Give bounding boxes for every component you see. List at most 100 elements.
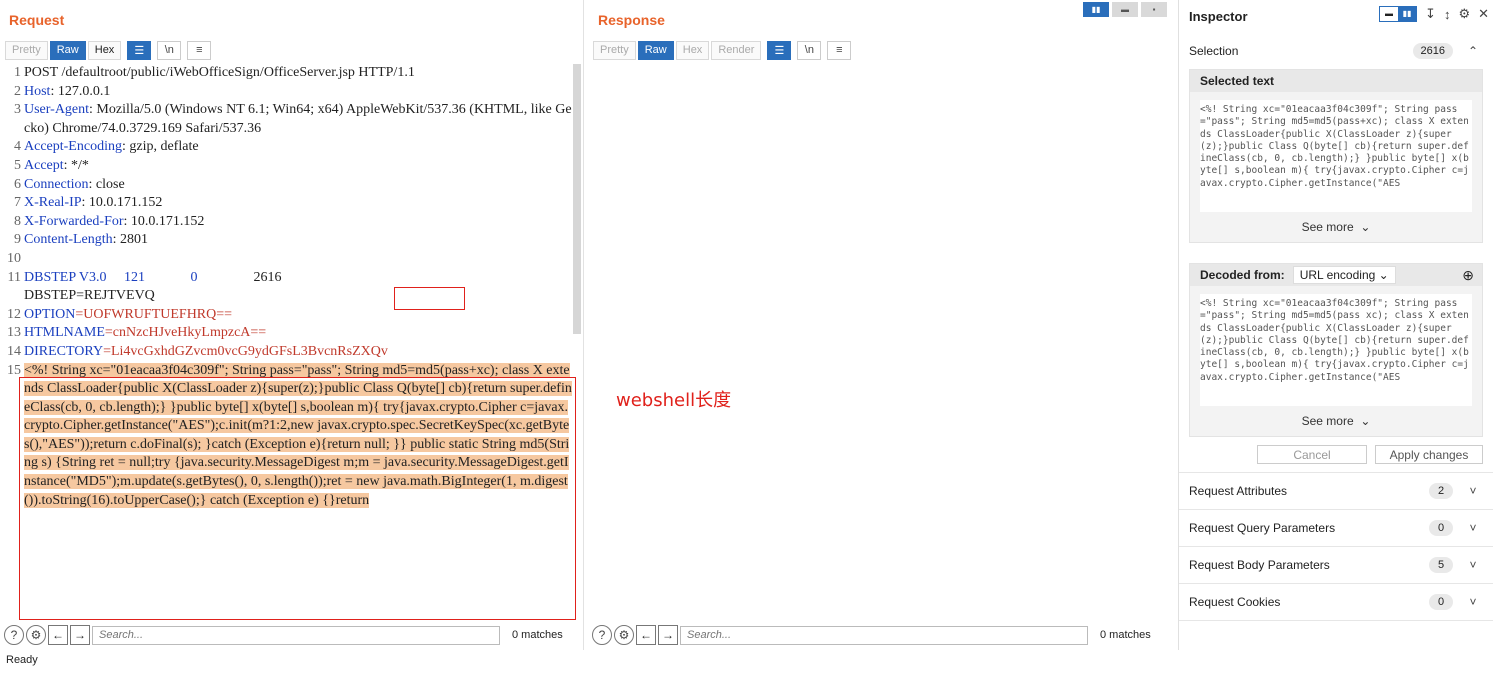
burp-repeater-window: Request Pretty Raw Hex ☰ \n ≡ 1 POST /def…	[0, 0, 1493, 673]
param-value: =cnNzcHJveHkyLmpzcA==	[104, 325, 267, 341]
request-param-line: 12 OPTION=UOFWRUFTUEFHRQ==	[7, 306, 233, 322]
request-header-line: 10	[7, 250, 21, 266]
prev-match-icon[interactable]: ←	[48, 625, 68, 645]
request-header-line: 1 POST /defaultroot/public/iWebOfficeSign…	[14, 65, 415, 80]
chevron-down-icon[interactable]: ˅	[1463, 558, 1483, 572]
header-value: : */*	[63, 157, 89, 173]
close-icon[interactable]: ✕	[1478, 6, 1489, 22]
response-tab-hex[interactable]: Hex	[675, 40, 710, 60]
selection-count: 2616	[1412, 42, 1453, 59]
chevron-down-icon[interactable]: ˅	[1463, 595, 1483, 609]
header-value: : close	[88, 176, 125, 192]
help-icon[interactable]: ?	[4, 625, 24, 645]
see-more-label: See more	[1301, 220, 1354, 234]
decode-actions: Cancel Apply changes	[1179, 437, 1493, 472]
dbstep-value: DBSTEP=REJTVEVQ	[24, 288, 155, 304]
request-searchbar: ? ⚙ ← → 0 matches	[4, 624, 563, 646]
inspector-section-count: 0	[1429, 520, 1453, 536]
inspector-section-count: 2	[1429, 483, 1453, 499]
wrap-icon[interactable]: ☰	[127, 40, 152, 60]
apply-changes-button[interactable]: Apply changes	[1375, 445, 1483, 464]
decoded-box: Decoded from: URL encoding ⌄ ⊕ <%! Strin…	[1189, 263, 1483, 437]
inspector-section-row[interactable]: Request Attributes 2 ˅	[1179, 473, 1493, 510]
selected-text-box: Selected text <%! String xc="01eacaa3f04…	[1189, 69, 1483, 243]
request-match-count: 0 matches	[512, 629, 563, 641]
header-value: : Mozilla/5.0 (Windows NT 6.1; Win64; x6…	[24, 102, 572, 136]
request-search-input[interactable]	[92, 625, 500, 645]
inspector-layout-toggle[interactable]: ▬ ▮▮	[1379, 6, 1418, 22]
layout-buttons: ▮▮ ▬ ▪	[1083, 2, 1167, 17]
inspector-settings-icon[interactable]: ⚙	[1458, 6, 1470, 22]
chevron-down-icon[interactable]: ˅	[1463, 521, 1483, 535]
see-more-button[interactable]: See more ⌄	[1190, 212, 1482, 242]
header-name: Accept	[24, 157, 64, 173]
newline-icon[interactable]: \n	[157, 40, 182, 60]
request-tab-hex[interactable]: Hex	[87, 40, 122, 60]
payload-highlight-box	[19, 377, 576, 620]
request-header-line: 5 Accept: */*	[14, 157, 89, 173]
response-prev-match-icon[interactable]: ←	[636, 625, 656, 645]
header-value: POST /defaultroot/public/iWebOfficeSign/…	[24, 65, 415, 80]
response-settings-icon[interactable]: ⚙	[614, 625, 634, 645]
layout-tabs-icon[interactable]: ▪	[1141, 2, 1167, 17]
decoded-header: Decoded from: URL encoding ⌄ ⊕	[1190, 264, 1482, 286]
layout-side-by-side-icon[interactable]: ▮▮	[1083, 2, 1109, 17]
response-match-count: 0 matches	[1100, 629, 1151, 641]
header-name: Connection	[24, 176, 89, 192]
inspector-section-label: Request Body Parameters	[1189, 558, 1330, 572]
next-match-icon[interactable]: →	[70, 625, 90, 645]
response-newline-icon[interactable]: \n	[797, 40, 822, 60]
inspector-panel: Inspector ▬ ▮▮ ↧ ↕ ⚙ ✕ Selection 2616 ⌃ S…	[1178, 0, 1493, 650]
header-name: Accept-Encoding	[24, 139, 122, 155]
inspector-section-label: Request Cookies	[1189, 595, 1281, 609]
decoding-select[interactable]: URL encoding ⌄	[1292, 266, 1396, 284]
inspector-section-count: 5	[1429, 557, 1453, 573]
expand-all-icon[interactable]: ↕	[1444, 7, 1451, 22]
header-value: : 2801	[112, 232, 149, 248]
response-wrap-icon[interactable]: ☰	[767, 40, 792, 60]
request-param-line: 13 HTMLNAME=cnNzcHJveHkyLmpzcA==	[7, 325, 267, 341]
length-highlight-box	[394, 287, 465, 310]
layout-stacked-icon[interactable]: ▬	[1112, 2, 1138, 17]
settings-icon[interactable]: ⚙	[26, 625, 46, 645]
response-tab-render[interactable]: Render	[711, 40, 762, 60]
request-header-line: 3 User-Agent: Mozilla/5.0 (Windows NT 6.1…	[14, 102, 572, 136]
dbstep-header: DBSTEP V3.0 121 0	[24, 269, 198, 285]
menu-icon[interactable]: ≡	[187, 40, 212, 60]
header-value: : 127.0.0.1	[50, 83, 111, 99]
header-value: : gzip, deflate	[121, 139, 199, 155]
response-tab-raw[interactable]: Raw	[637, 40, 674, 60]
response-help-icon[interactable]: ?	[592, 625, 612, 645]
request-tab-raw[interactable]: Raw	[49, 40, 86, 60]
chevron-down-icon[interactable]: ˅	[1463, 484, 1483, 498]
response-next-match-icon[interactable]: →	[658, 625, 678, 645]
collapse-all-icon[interactable]: ↧	[1425, 6, 1436, 22]
inspector-section-count: 0	[1429, 594, 1453, 610]
request-tab-pretty[interactable]: Pretty	[5, 40, 48, 60]
inspector-toolbar: ▬ ▮▮ ↧ ↕ ⚙ ✕	[1379, 6, 1489, 22]
decoding-select-value: URL encoding	[1299, 268, 1376, 282]
chevron-up-icon[interactable]: ⌃	[1463, 44, 1483, 58]
request-header-line: 7 X-Real-IP: 10.0.171.152	[14, 195, 163, 211]
param-value: =Li4vcGxhdGZvcm0vcG9ydGFsL3BvcnRsZXQv	[103, 343, 388, 359]
response-searchbar: ? ⚙ ← → 0 matches	[592, 624, 1151, 646]
response-tab-pretty[interactable]: Pretty	[593, 40, 636, 60]
request-scrollbar[interactable]	[573, 64, 581, 334]
dbstep-length-value: 2616	[253, 269, 282, 285]
pane-divider[interactable]	[583, 0, 584, 650]
inspector-section-row[interactable]: Request Query Parameters 0 ˅	[1179, 510, 1493, 547]
decoded-from-label: Decoded from:	[1200, 268, 1285, 282]
cancel-button[interactable]: Cancel	[1257, 445, 1367, 464]
param-name: DIRECTORY	[24, 343, 104, 359]
decoded-see-more-label: See more	[1301, 414, 1354, 428]
add-decoding-icon[interactable]: ⊕	[1462, 267, 1474, 284]
header-value: : 10.0.171.152	[123, 213, 205, 229]
decoded-text-content[interactable]: <%! String xc="01eacaa3f04c309f"; String…	[1200, 294, 1472, 406]
selection-label: Selection	[1189, 43, 1239, 58]
inspector-section-row[interactable]: Request Body Parameters 5 ˅	[1179, 547, 1493, 584]
response-search-input[interactable]	[680, 625, 1088, 645]
decoded-see-more-button[interactable]: See more ⌄	[1190, 406, 1482, 436]
selection-row[interactable]: Selection 2616 ⌃	[1179, 32, 1493, 69]
response-menu-icon[interactable]: ≡	[827, 40, 852, 60]
inspector-section-row[interactable]: Request Cookies 0 ˅	[1179, 584, 1493, 621]
